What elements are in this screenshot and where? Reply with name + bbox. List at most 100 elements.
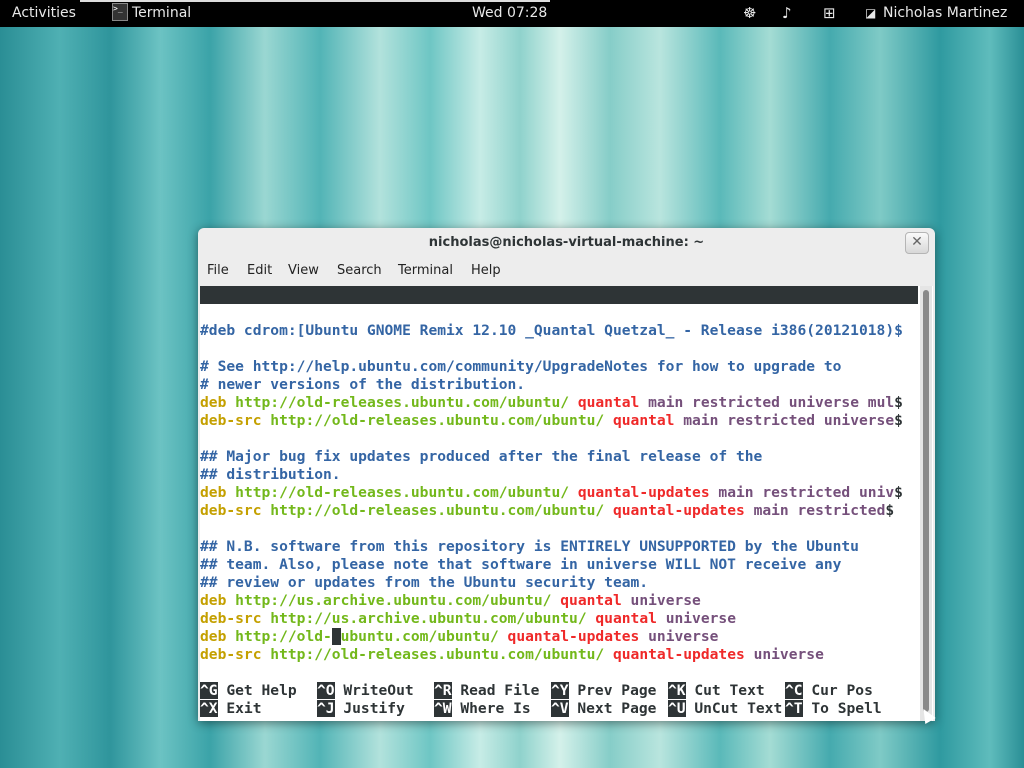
text-cursor xyxy=(331,628,341,645)
shortcut-label: Justify xyxy=(334,700,405,717)
line-components: main restricted xyxy=(753,502,886,519)
user-menu[interactable]: Nicholas Martinez xyxy=(883,5,1007,21)
shortcut-label: Cur Pos xyxy=(802,682,873,699)
menu-view[interactable]: View xyxy=(288,263,319,278)
line-keyword: deb xyxy=(200,484,236,501)
menu-edit[interactable]: Edit xyxy=(247,263,272,278)
nano-header: GNU nano 2.2.6 File: /etc/apt/sources.li… xyxy=(200,286,918,357)
line-url: http://old-releases.ubuntu.com/ubuntu/ xyxy=(270,412,613,429)
file-line: deb-src http://old-releases.ubuntu.com/u… xyxy=(200,412,903,430)
nano-version: GNU nano 2.2.6 xyxy=(218,304,342,321)
menu-help[interactable]: Help xyxy=(471,263,501,278)
terminal-app-icon: >_ xyxy=(112,3,128,21)
line-components: universe xyxy=(630,592,701,609)
activities-button[interactable]: Activities xyxy=(12,5,76,21)
shortcut-key: ^V xyxy=(551,700,569,717)
line-keyword: deb-src xyxy=(200,610,271,627)
file-line: ## distribution. xyxy=(200,466,341,484)
line-text: # newer versions of the distribution. xyxy=(200,376,526,393)
file-line: # newer versions of the distribution. xyxy=(200,376,525,394)
shortcut-label: Where Is xyxy=(451,700,531,717)
line-url: http://old-releases.ubuntu.com/ubuntu/ xyxy=(235,394,578,411)
shortcut-item: ^O WriteOut xyxy=(317,682,414,700)
shortcut-label: WriteOut xyxy=(334,682,414,699)
line-distribution: quantal-updates xyxy=(577,484,719,501)
file-line: ## review or updates from the Ubuntu sec… xyxy=(200,574,648,592)
line-url: http://us.archive.ubuntu.com/ubuntu/ xyxy=(270,610,596,627)
terminal-window: nicholas@nicholas-virtual-machine: ~ ✕ F… xyxy=(198,228,935,721)
line-keyword: deb-src xyxy=(200,502,271,519)
file-line: deb-src http://us.archive.ubuntu.com/ubu… xyxy=(200,610,736,628)
file-line: ## Major bug fix updates produced after … xyxy=(200,448,762,466)
line-components: main restricted universe mul xyxy=(648,394,895,411)
line-text: ## review or updates from the Ubuntu sec… xyxy=(200,574,649,591)
top-panel: Activities >_ Terminal Wed 07:28 ☸ ♪ ⊞ ◪… xyxy=(0,0,1024,27)
scrollbar[interactable] xyxy=(920,286,932,721)
clock[interactable]: Wed 07:28 xyxy=(472,5,547,21)
scrollbar-thumb[interactable] xyxy=(923,290,929,712)
line-keyword: deb xyxy=(200,628,236,645)
shortcut-item: ^W Where Is xyxy=(434,700,531,718)
line-distribution: quantal xyxy=(560,592,631,609)
network-icon[interactable]: ⊞ xyxy=(823,4,836,22)
shortcut-label: Exit xyxy=(217,700,262,717)
shortcut-key: ^W xyxy=(434,700,452,717)
close-icon[interactable]: ✕ xyxy=(905,232,929,254)
shortcut-label: Prev Page xyxy=(568,682,657,699)
line-components: main restricted universe xyxy=(683,412,895,429)
file-line: #deb cdrom:[Ubuntu GNOME Remix 12.10 _Qu… xyxy=(200,322,903,340)
line-keyword: deb xyxy=(200,592,236,609)
shortcut-item: ^Y Prev Page xyxy=(551,682,656,700)
line-distribution: quantal-updates xyxy=(612,502,754,519)
line-overflow-marker: $ xyxy=(885,502,895,519)
menu-terminal[interactable]: Terminal xyxy=(398,263,453,278)
line-keyword: deb xyxy=(200,394,236,411)
file-line: deb http://old-releases.ubuntu.com/ubunt… xyxy=(200,394,903,412)
line-url: ubuntu.com/ubuntu/ xyxy=(340,628,508,645)
line-components: universe xyxy=(648,628,719,645)
shortcut-key: ^T xyxy=(785,700,803,717)
window-title[interactable]: nicholas@nicholas-virtual-machine: ~ xyxy=(198,228,935,258)
shortcut-item: ^K Cut Text xyxy=(668,682,765,700)
nano-status: Modified xyxy=(830,340,901,357)
line-distribution: quantal-updates xyxy=(612,646,754,663)
file-line: deb http://old- ubuntu.com/ubuntu/ quant… xyxy=(200,628,718,646)
shortcut-item: ^U UnCut Text xyxy=(668,700,782,718)
line-overflow-marker: $ xyxy=(894,412,903,429)
line-url: http://old-releases.ubuntu.com/ubuntu/ xyxy=(270,502,613,519)
line-overflow-marker: $ xyxy=(894,394,903,411)
shortcut-item: ^G Get Help xyxy=(200,682,297,700)
menu-file[interactable]: File xyxy=(207,263,229,278)
line-text: # See http://help.ubuntu.com/community/U… xyxy=(200,358,842,375)
volume-icon[interactable]: ♪ xyxy=(782,4,792,22)
terminal-area[interactable]: GNU nano 2.2.6 File: /etc/apt/sources.li… xyxy=(200,286,933,721)
file-line: # See http://help.ubuntu.com/community/U… xyxy=(200,358,841,376)
line-distribution: quantal-updates xyxy=(507,628,649,645)
shortcut-item: ^T To Spell xyxy=(785,700,882,718)
accessibility-icon[interactable]: ☸ xyxy=(743,4,756,22)
line-url: http://old-releases.ubuntu.com/ubuntu/ xyxy=(270,646,613,663)
line-text: ## N.B. software from this repository is… xyxy=(200,538,859,555)
line-components: universe xyxy=(665,610,736,627)
line-components: universe xyxy=(753,646,824,663)
file-line: deb-src http://old-releases.ubuntu.com/u… xyxy=(200,502,894,520)
shortcut-key: ^C xyxy=(785,682,803,699)
menu-search[interactable]: Search xyxy=(337,263,382,278)
shortcut-item: ^J Justify xyxy=(317,700,405,718)
line-keyword: deb-src xyxy=(200,412,271,429)
shortcut-label: Read File xyxy=(451,682,540,699)
line-overflow-marker: $ xyxy=(894,484,903,501)
shortcut-key: ^Y xyxy=(551,682,569,699)
app-menu-label[interactable]: Terminal xyxy=(132,5,191,21)
file-line: deb http://us.archive.ubuntu.com/ubuntu/… xyxy=(200,592,701,610)
shortcut-label: Next Page xyxy=(568,700,657,717)
shortcut-key: ^X xyxy=(200,700,218,717)
line-keyword: deb-src xyxy=(200,646,271,663)
file-line: ## N.B. software from this repository is… xyxy=(200,538,859,556)
line-components: main restricted univ xyxy=(718,484,895,501)
shortcut-key: ^J xyxy=(317,700,335,717)
line-url: http://old- xyxy=(235,628,332,645)
line-distribution: quantal xyxy=(612,412,684,429)
line-distribution: quantal xyxy=(595,610,666,627)
line-text: ## distribution. xyxy=(200,466,341,483)
